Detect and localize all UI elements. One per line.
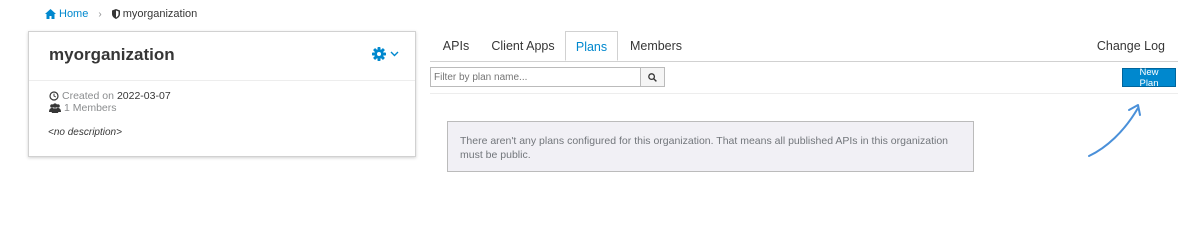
tabs-underline: [430, 61, 1178, 62]
new-plan-button[interactable]: New Plan: [1122, 67, 1176, 89]
search-icon: [648, 72, 657, 82]
empty-plans-message: There aren't any plans configured for th…: [447, 121, 974, 172]
org-tabs: APIs Client Apps Plans Members: [430, 31, 1178, 61]
arrow-annotation: [1088, 104, 1141, 157]
shield-icon: [111, 9, 120, 19]
card-divider: [29, 80, 415, 81]
breadcrumb: Home › myorganization: [45, 8, 197, 20]
breadcrumb-current-label: myorganization: [122, 8, 198, 20]
clock-icon: [49, 91, 59, 101]
breadcrumb-home-label: Home: [59, 8, 89, 20]
plan-filter-input[interactable]: [431, 68, 640, 86]
tab-client-apps[interactable]: Client Apps: [482, 31, 564, 61]
org-description: <no description>: [48, 127, 122, 138]
created-row: Created on 2022-03-07: [49, 90, 171, 102]
members-count: 1 Members: [64, 102, 117, 114]
org-meta: Created on 2022-03-07 1 Members: [49, 90, 171, 114]
members-row: 1 Members: [49, 102, 171, 114]
change-log-link[interactable]: Change Log: [1097, 39, 1165, 53]
home-icon: [45, 9, 56, 19]
created-label: Created on: [62, 90, 114, 102]
tab-members[interactable]: Members: [622, 31, 690, 61]
plan-filter: [430, 67, 665, 87]
tab-apis[interactable]: APIs: [434, 31, 478, 61]
breadcrumb-current: myorganization: [111, 8, 198, 20]
toolbar-divider: [430, 93, 1178, 94]
created-date: 2022-03-07: [116, 90, 171, 102]
org-summary-card: myorganization Created on 2022-03-07 1 M…: [28, 31, 416, 157]
plan-filter-search-button[interactable]: [639, 68, 664, 86]
users-icon: [49, 103, 61, 113]
breadcrumb-home-link[interactable]: Home: [45, 8, 88, 20]
breadcrumb-separator: ›: [98, 8, 102, 20]
org-settings-dropdown[interactable]: [372, 47, 399, 61]
tab-plans[interactable]: Plans: [565, 31, 618, 61]
chevron-down-icon: [390, 51, 399, 57]
org-title: myorganization: [49, 45, 175, 64]
gear-icon: [372, 47, 386, 61]
